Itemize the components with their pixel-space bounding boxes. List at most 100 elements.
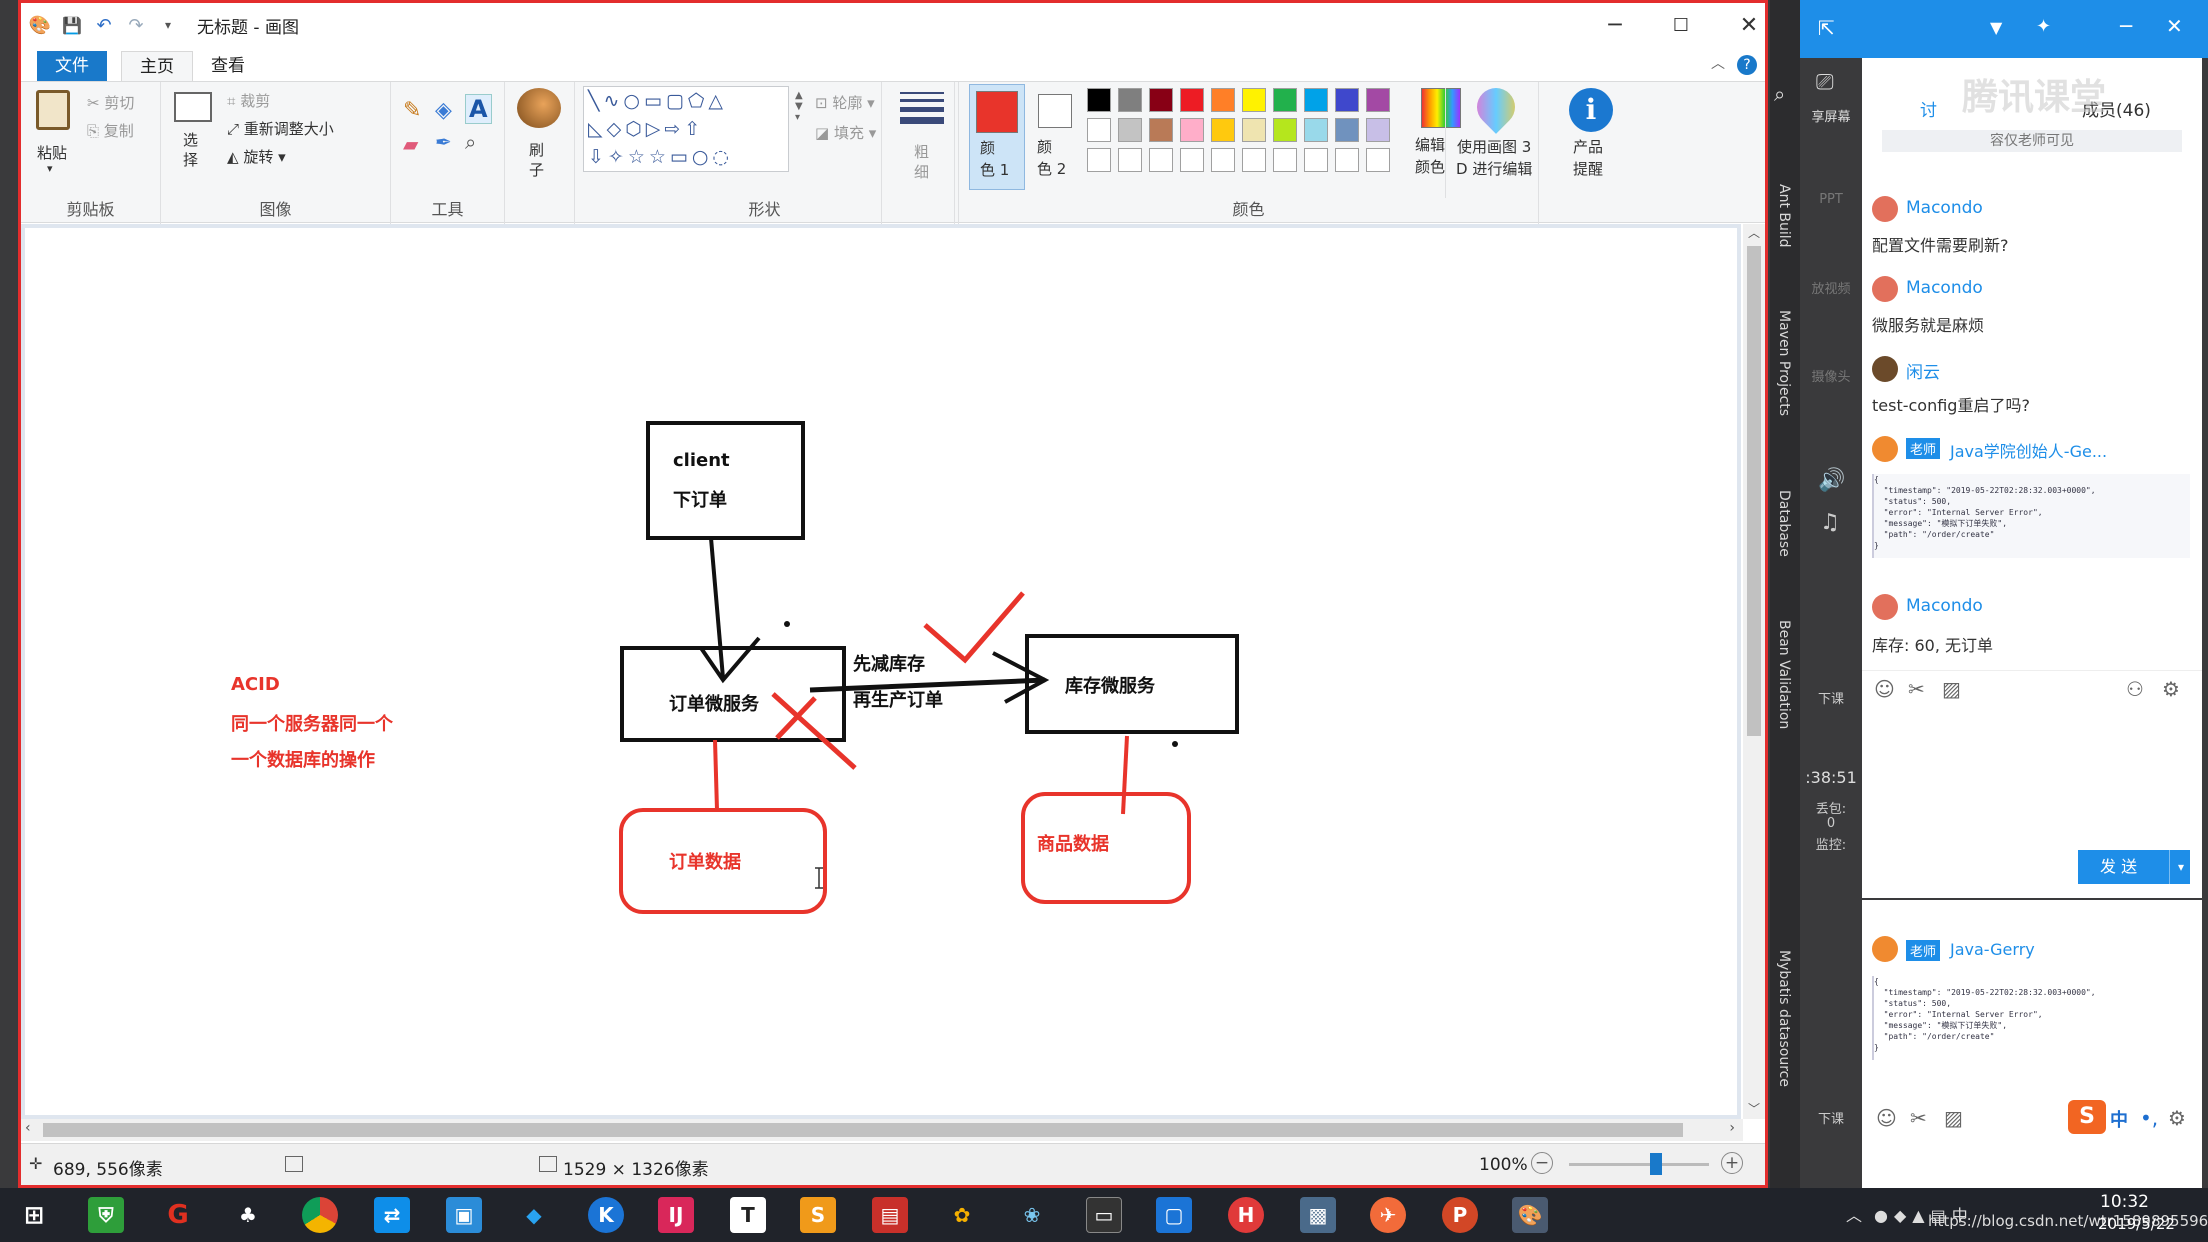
tab-view[interactable]: 查看: [193, 51, 263, 81]
collapse-ribbon-icon[interactable]: ︿: [1711, 53, 1725, 73]
paint-taskbar-icon[interactable]: 🎨: [1512, 1197, 1548, 1233]
ide-tab-ant-build[interactable]: Ant Build: [1776, 184, 1792, 248]
dropdown-icon[interactable]: ▼: [1990, 18, 2002, 37]
vscode-icon[interactable]: ◆: [516, 1197, 552, 1233]
color-swatch[interactable]: [1149, 88, 1173, 112]
message-author[interactable]: Java学院创始人-Ge...: [1950, 438, 2107, 462]
scroll-right-icon[interactable]: ›: [1729, 1120, 1735, 1136]
typora-icon[interactable]: T: [730, 1197, 766, 1233]
search-icon[interactable]: ⌕: [1774, 82, 1785, 106]
chat-close-icon[interactable]: ✕: [2166, 14, 2183, 38]
color-swatch[interactable]: [1180, 88, 1204, 112]
shapes-scroll-icon[interactable]: ▲ ▼ ▾: [795, 90, 803, 123]
undo-icon[interactable]: ↶: [91, 12, 117, 38]
sublime-icon[interactable]: S: [800, 1197, 836, 1233]
color-swatch[interactable]: [1242, 118, 1266, 142]
postman-icon[interactable]: ✈: [1370, 1197, 1406, 1233]
pin-icon[interactable]: ✦: [2036, 16, 2051, 37]
sogou-ime-icon[interactable]: S: [2068, 1100, 2106, 1134]
select-button[interactable]: 选 择: [171, 90, 215, 180]
redo-icon[interactable]: ↷: [123, 12, 149, 38]
magnifier-icon[interactable]: ⌕: [465, 130, 476, 154]
terminal-icon[interactable]: ▭: [1086, 1197, 1122, 1233]
message-author[interactable]: Java-Gerry: [1950, 940, 2035, 959]
help-icon[interactable]: ?: [1737, 55, 1757, 75]
zoom-in-button[interactable]: +: [1721, 1152, 1743, 1174]
send-button[interactable]: 发 送 ▾: [2078, 850, 2190, 884]
ide-tab-bean-validation[interactable]: Bean Validation: [1776, 620, 1792, 729]
color-swatch[interactable]: [1211, 148, 1235, 172]
scroll-left-icon[interactable]: ‹: [25, 1120, 31, 1136]
scissors-icon[interactable]: ✂: [1908, 677, 1925, 701]
rotate-button[interactable]: ◭ 旋转 ▾: [227, 146, 286, 167]
pencil-icon[interactable]: ✎: [403, 98, 421, 123]
settings-icon[interactable]: ⚙: [2162, 677, 2180, 701]
text-tool-icon[interactable]: A: [465, 94, 492, 124]
windows-start-icon[interactable]: ⊞: [16, 1197, 52, 1233]
paste-button[interactable]: 粘贴 ▾: [33, 88, 73, 178]
message-author[interactable]: Macondo: [1906, 596, 1983, 616]
vertical-scroll-thumb[interactable]: [1747, 246, 1761, 736]
popout-icon[interactable]: ⇱: [1818, 16, 1835, 40]
share-screen-icon[interactable]: ⎚: [1816, 70, 1834, 95]
color-swatch[interactable]: [1149, 118, 1173, 142]
ppt-label[interactable]: PPT: [1800, 192, 1862, 207]
copy-button[interactable]: ⎘ 复制: [87, 120, 134, 141]
mind-app-icon[interactable]: ❀: [1014, 1197, 1050, 1233]
color2-button[interactable]: 颜 色 2: [1027, 84, 1083, 190]
color-swatch[interactable]: [1242, 148, 1266, 172]
group-brush[interactable]: 刷 子: [505, 82, 575, 224]
color-swatch[interactable]: [1118, 88, 1142, 112]
colorful-app-icon[interactable]: ✿: [944, 1197, 980, 1233]
window-app-icon[interactable]: ▢: [1156, 1197, 1192, 1233]
color-swatch[interactable]: [1180, 148, 1204, 172]
camera-label[interactable]: 摄像头: [1800, 366, 1862, 385]
speaker-icon[interactable]: 🔊: [1818, 468, 1845, 493]
color-picker-icon[interactable]: ✒: [435, 130, 452, 154]
qq-penguin-icon[interactable]: ♣: [230, 1197, 266, 1233]
k-app-icon[interactable]: K: [588, 1197, 624, 1233]
color-swatch[interactable]: [1273, 118, 1297, 142]
color-swatch[interactable]: [1087, 88, 1111, 112]
fill-bucket-icon[interactable]: ◈: [435, 98, 452, 123]
color-swatch[interactable]: [1273, 88, 1297, 112]
chat-minimize-icon[interactable]: ─: [2120, 14, 2132, 38]
paint3d-button[interactable]: 使用画图 3 D 进行编辑: [1445, 80, 1545, 198]
color-swatch[interactable]: [1366, 148, 1390, 172]
zoom-slider[interactable]: [1569, 1153, 1709, 1175]
color-swatch[interactable]: [1118, 148, 1142, 172]
ide-tab-mybatis[interactable]: Mybatis datasource: [1776, 950, 1792, 1087]
photo-app-icon[interactable]: ▩: [1300, 1197, 1336, 1233]
group-size[interactable]: 粗 细: [881, 82, 959, 224]
powerpoint-icon[interactable]: P: [1442, 1197, 1478, 1233]
tab-file[interactable]: 文件: [37, 51, 107, 81]
eraser-icon[interactable]: ▰: [403, 132, 418, 156]
music-icon[interactable]: ♫: [1820, 510, 1840, 535]
color-swatch[interactable]: [1366, 118, 1390, 142]
minimize-button[interactable]: ─: [1581, 3, 1649, 47]
paste-dropdown-icon[interactable]: ▾: [47, 162, 53, 175]
tab-discussion[interactable]: 讨: [1920, 96, 1937, 121]
color-swatch[interactable]: [1211, 118, 1235, 142]
color-swatch[interactable]: [1304, 118, 1328, 142]
color-swatch[interactable]: [1242, 88, 1266, 112]
zoom-slider-thumb[interactable]: [1649, 1153, 1662, 1175]
color-swatch[interactable]: [1335, 118, 1359, 142]
horizontal-scrollbar[interactable]: ‹ ›: [21, 1119, 1743, 1141]
product-alert-button[interactable]: i 产品 提醒: [1551, 88, 1631, 198]
message-author[interactable]: Macondo: [1906, 198, 1983, 218]
color-swatch[interactable]: [1087, 118, 1111, 142]
color-swatch[interactable]: [1304, 148, 1328, 172]
zoom-out-button[interactable]: −: [1531, 1152, 1553, 1174]
color1-button[interactable]: 颜 色 1: [969, 84, 1025, 190]
drawing-canvas[interactable]: client 下订单 订单微服务 库存微服务 先减库存 再生产订单 订单数据 商…: [25, 228, 1737, 1115]
cut-button[interactable]: ✂ 剪切: [87, 92, 134, 113]
scissors-icon[interactable]: ✂: [1910, 1106, 1927, 1130]
resize-button[interactable]: ⤢ 重新调整大小: [227, 118, 334, 139]
color-swatch[interactable]: [1118, 118, 1142, 142]
teamviewer-icon[interactable]: ⇄: [374, 1197, 410, 1233]
settings-icon[interactable]: ⚙: [2168, 1106, 2186, 1130]
maximize-button[interactable]: ☐: [1647, 3, 1715, 47]
ime-punct-icon[interactable]: •,: [2140, 1106, 2158, 1130]
ime-mode-label[interactable]: 中: [2110, 1106, 2128, 1132]
